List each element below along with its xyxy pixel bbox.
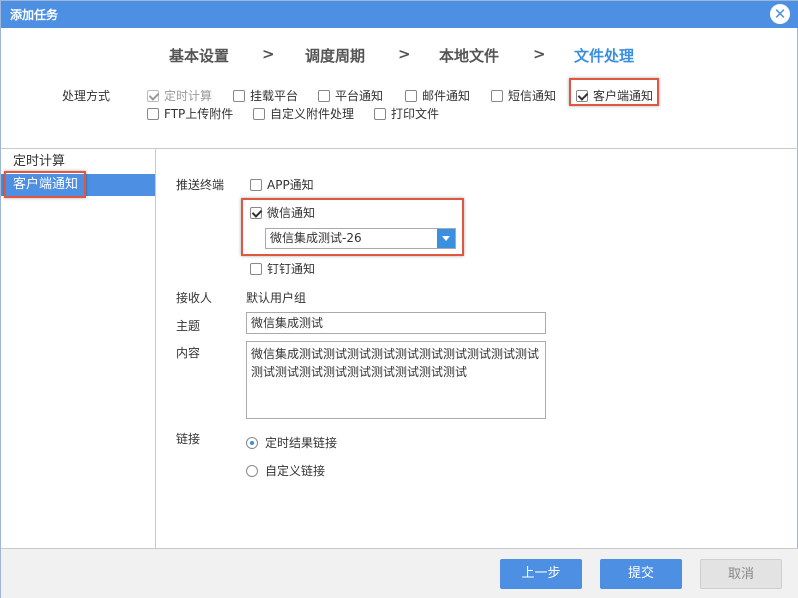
select-value: 微信集成测试-26 bbox=[270, 231, 362, 245]
checkbox[interactable] bbox=[576, 89, 588, 102]
chevron-down-icon[interactable] bbox=[437, 229, 455, 248]
option-sms-notify[interactable]: 短信通知 bbox=[491, 87, 556, 104]
dialog-footer: 上一步 提交 取消 bbox=[1, 548, 798, 598]
checkbox[interactable] bbox=[250, 206, 262, 219]
step-local-file[interactable]: 本地文件 bbox=[439, 45, 499, 66]
submit-button[interactable]: 提交 bbox=[600, 559, 682, 589]
subject-label: 主题 bbox=[176, 319, 201, 333]
receiver-label: 接收人 bbox=[176, 291, 213, 305]
checkbox[interactable] bbox=[233, 89, 245, 102]
step-schedule-period[interactable]: 调度周期 bbox=[305, 45, 365, 66]
title-bar: 添加任务 ✕ bbox=[1, 1, 798, 28]
radio-button[interactable] bbox=[246, 436, 258, 449]
processing-method-label: 处理方式 bbox=[62, 89, 111, 103]
checkbox bbox=[147, 89, 159, 102]
option-custom-attachment[interactable]: 自定义附件处理 bbox=[253, 105, 354, 122]
checkbox[interactable] bbox=[374, 107, 386, 120]
checkbox[interactable] bbox=[250, 262, 262, 275]
option-platform-notify[interactable]: 平台通知 bbox=[318, 87, 383, 104]
link-label: 链接 bbox=[176, 432, 201, 446]
option-mount-platform[interactable]: 挂载平台 bbox=[233, 87, 298, 104]
sidebar-item-client-notify[interactable]: 客户端通知 bbox=[1, 174, 155, 196]
step-separator: > bbox=[262, 45, 275, 63]
option-scheduled-calc: 定时计算 bbox=[147, 87, 212, 104]
option-ftp-upload[interactable]: FTP上传附件 bbox=[147, 105, 233, 122]
checkbox[interactable] bbox=[318, 89, 330, 102]
radio-scheduled-result-link[interactable]: 定时结果链接 bbox=[246, 434, 337, 451]
app-notify-checkbox[interactable]: APP通知 bbox=[250, 176, 314, 193]
step-basic-settings[interactable]: 基本设置 bbox=[169, 45, 229, 66]
step-file-processing[interactable]: 文件处理 bbox=[574, 45, 634, 66]
dialog-title: 添加任务 bbox=[10, 8, 59, 22]
wechat-notify-checkbox[interactable]: 微信通知 bbox=[250, 204, 315, 221]
content-label: 内容 bbox=[176, 346, 201, 360]
previous-step-button[interactable]: 上一步 bbox=[500, 559, 582, 589]
push-terminal-label: 推送终端 bbox=[176, 178, 225, 192]
checkbox[interactable] bbox=[250, 178, 262, 191]
dingtalk-notify-checkbox[interactable]: 钉钉通知 bbox=[250, 260, 315, 277]
checkbox[interactable] bbox=[491, 89, 503, 102]
subject-input[interactable]: 微信集成测试 bbox=[246, 312, 546, 334]
close-icon[interactable]: ✕ bbox=[770, 4, 790, 24]
option-client-notify[interactable]: 客户端通知 bbox=[576, 87, 653, 104]
radio-button[interactable] bbox=[246, 464, 258, 477]
checkbox[interactable] bbox=[405, 89, 417, 102]
checkbox[interactable] bbox=[147, 107, 159, 120]
cancel-button[interactable]: 取消 bbox=[700, 559, 782, 589]
step-navigation: 基本设置 > 调度周期 > 本地文件 > 文件处理 bbox=[1, 45, 798, 67]
content-textarea[interactable]: 微信集成测试测试测试测试测试测试测试测试测试测试测试测试测试测试测试测试测试测试… bbox=[246, 341, 546, 419]
radio-custom-link[interactable]: 自定义链接 bbox=[246, 462, 325, 479]
checkbox[interactable] bbox=[253, 107, 265, 120]
option-print-file[interactable]: 打印文件 bbox=[374, 105, 439, 122]
add-task-dialog: 添加任务 ✕ 基本设置 > 调度周期 > 本地文件 > 文件处理 处理方式 定时… bbox=[0, 0, 798, 598]
receiver-value: 默认用户组 bbox=[246, 291, 307, 305]
wechat-app-select[interactable]: 微信集成测试-26 bbox=[265, 228, 456, 249]
option-email-notify[interactable]: 邮件通知 bbox=[405, 87, 470, 104]
sidebar: 定时计算 客户端通知 bbox=[1, 149, 156, 548]
step-separator: > bbox=[398, 45, 411, 63]
sidebar-item-scheduled-calc[interactable]: 定时计算 bbox=[1, 151, 155, 173]
step-separator: > bbox=[533, 45, 546, 63]
